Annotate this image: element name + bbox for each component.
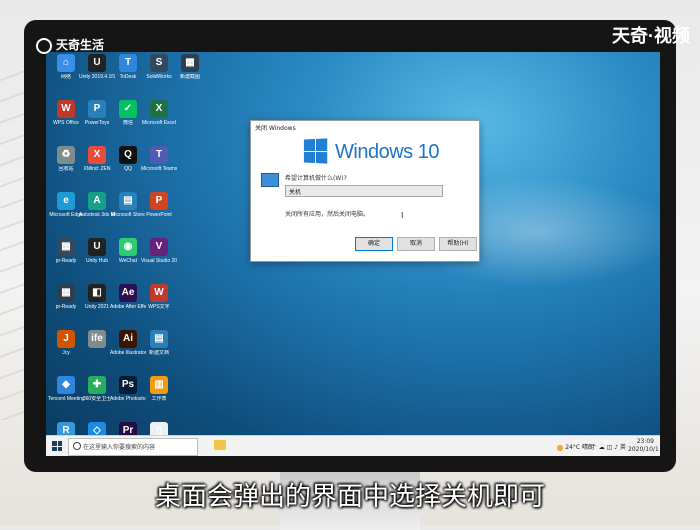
app-icon: X: [88, 146, 106, 164]
shutdown-dialog: 关闭 Windows Windows 10 希望计算机做什么(W)? 关机 ⌄ …: [250, 120, 480, 262]
desktop-icon-label: 工作表: [151, 396, 167, 402]
desktop-icon[interactable]: ▦ 新建截图: [172, 54, 208, 80]
search-icon: [73, 442, 81, 450]
sun-icon: [557, 444, 564, 451]
cancel-button[interactable]: 取消: [397, 237, 435, 251]
app-icon: V: [150, 238, 168, 256]
weather-widget[interactable]: 24°C 晴朗: [557, 442, 594, 451]
taskbar-search-input[interactable]: 在这里输入你要搜索的内容: [68, 438, 198, 456]
app-icon: ▦: [181, 54, 199, 72]
ok-button[interactable]: 确定: [355, 237, 393, 251]
app-icon: A: [88, 192, 106, 210]
desktop-icon-label: 新建文档: [148, 350, 169, 356]
system-tray: 24°C 晴朗 ⌃ ☁ ◫ ♪ 英 23:09 2020/10/1: [454, 438, 659, 454]
watermark-right: 天奇·视频: [612, 26, 690, 46]
app-icon: ▤: [150, 330, 168, 348]
desktop-icon[interactable]: ▤ 新建文档: [141, 330, 177, 356]
app-icon: ▥: [150, 376, 168, 394]
taskbar-clock[interactable]: 23:09 2020/10/1: [628, 438, 659, 454]
app-icon: ⌂: [57, 54, 75, 72]
app-icon: W: [57, 100, 75, 118]
desktop-icon-label: Microsoft Teams: [141, 166, 177, 172]
windows-brand-text: Windows 10: [335, 141, 439, 163]
clock-time: 23:09: [636, 438, 654, 445]
app-icon: S: [150, 54, 168, 72]
app-icon: e: [57, 192, 75, 210]
desktop-screen: ⌂ 网络 W WPS Office ♻ 回收站 e Microsoft Edge ▦ pr-Rea…: [46, 52, 660, 456]
dialog-title: 关闭 Windows: [255, 125, 296, 132]
app-icon: ▦: [57, 284, 75, 302]
desktop-icon[interactable]: W WPS文字: [141, 284, 177, 310]
shutdown-option-select[interactable]: 关机 ⌄: [285, 185, 443, 197]
file-explorer-icon[interactable]: [214, 440, 226, 450]
app-icon: T: [119, 54, 137, 72]
app-icon: ◆: [57, 376, 75, 394]
mouse-cursor-icon: I: [401, 211, 404, 220]
app-icon: ▤: [119, 192, 137, 210]
app-icon: ◉: [119, 238, 137, 256]
help-button[interactable]: 帮助(H): [439, 237, 477, 251]
dialog-prompt: 希望计算机做什么(W)?: [285, 175, 347, 182]
desktop-icon[interactable]: T Microsoft Teams: [141, 146, 177, 172]
desktop-icon[interactable]: X Microsoft Excel: [141, 100, 177, 126]
app-icon: U: [88, 54, 106, 72]
app-icon: J: [57, 330, 75, 348]
tray-icons[interactable]: ⌃ ☁ ◫ ♪ 英: [592, 442, 626, 451]
app-icon: W: [150, 284, 168, 302]
app-icon: T: [150, 146, 168, 164]
windows-logo-icon: [303, 138, 328, 164]
desktop-icon-label: WPS文字: [148, 304, 170, 310]
app-icon: ✚: [88, 376, 106, 394]
brand-logo-icon: [36, 37, 52, 54]
app-icon: ife: [88, 330, 106, 348]
app-icon: ✓: [119, 100, 137, 118]
weather-text: 24°C 晴朗: [565, 444, 594, 451]
app-icon: ♻: [57, 146, 75, 164]
app-icon: X: [150, 100, 168, 118]
app-icon: P: [88, 100, 106, 118]
desktop-icon-grid: ⌂ 网络 W WPS Office ♻ 回收站 e Microsoft Edge ▦ pr-Rea…: [46, 52, 216, 448]
app-icon: ▦: [57, 238, 75, 256]
watermark-logo-left: 天奇生活: [36, 36, 104, 54]
desktop-icon-label: Visual Studio 2017: [141, 258, 177, 264]
app-icon: U: [88, 238, 106, 256]
app-icon: Ps: [119, 376, 137, 394]
app-icon: Ai: [119, 330, 137, 348]
desktop-icon-label: PowerPoint: [146, 212, 172, 218]
taskbar: 在这里输入你要搜索的内容 24°C 晴朗 ⌃ ☁ ◫ ♪ 英 23:09 202…: [46, 435, 660, 456]
desktop-icon[interactable]: ▥ 工作表: [141, 376, 177, 402]
desktop-icon[interactable]: P PowerPoint: [141, 192, 177, 218]
start-button[interactable]: [52, 441, 62, 451]
app-icon: Ae: [119, 284, 137, 302]
desktop-icon-label: 新建截图: [179, 74, 200, 80]
app-icon: Q: [119, 146, 137, 164]
clock-date: 2020/10/1: [628, 446, 659, 453]
video-subtitle: 桌面会弹出的界面中选择关机即可: [154, 482, 545, 512]
search-placeholder: 在这里输入你要搜索的内容: [83, 444, 156, 451]
app-icon: P: [150, 192, 168, 210]
chevron-down-icon: ⌄: [289, 187, 295, 194]
watermark-left-text: 天奇生活: [56, 38, 105, 52]
option-description: 关闭所有应用，然后关闭电脑。: [285, 211, 370, 218]
desktop-icon-label: Microsoft Excel: [142, 120, 176, 126]
desktop-icon[interactable]: V Visual Studio 2017: [141, 238, 177, 264]
app-icon: ◧: [88, 284, 106, 302]
desktop-icon-label: Jcy: [62, 350, 70, 356]
computer-icon: [261, 173, 279, 187]
